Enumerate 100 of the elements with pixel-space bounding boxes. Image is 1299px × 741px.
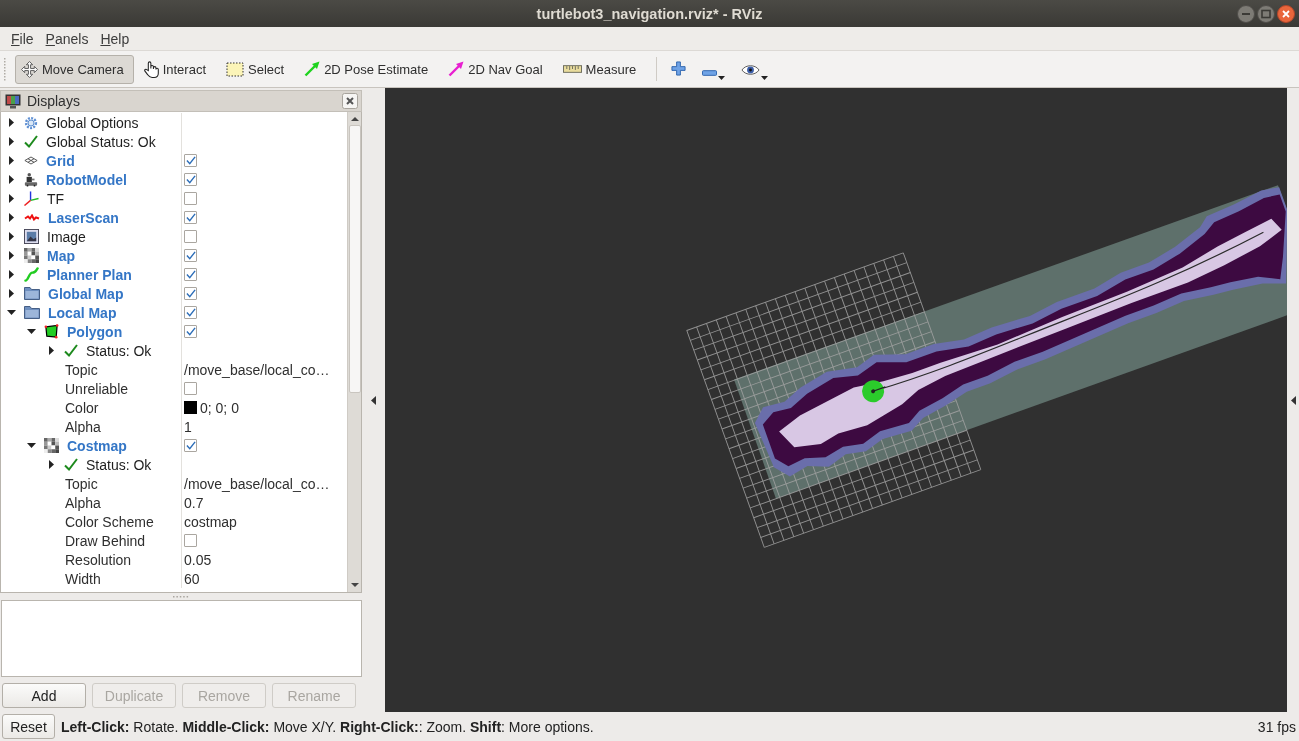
- checkbox[interactable]: [184, 173, 197, 186]
- monitor-icon: [5, 93, 21, 109]
- property-label[interactable]: Topic: [65, 361, 98, 378]
- menu-item[interactable]: File: [5, 30, 40, 47]
- window-title: turtlebot3_navigation.rviz* - RViz: [536, 5, 763, 22]
- picture-icon: [24, 229, 39, 244]
- tree-item-label[interactable]: Global Map: [48, 285, 124, 302]
- tool-button[interactable]: Measure: [556, 54, 647, 84]
- tool-button[interactable]: Select: [220, 54, 295, 84]
- property-value[interactable]: 1: [184, 418, 192, 435]
- caret-right-icon[interactable]: [48, 346, 54, 355]
- property-value[interactable]: 0.7: [184, 494, 204, 511]
- property-value[interactable]: costmap: [184, 513, 237, 530]
- scrollbar-thumb[interactable]: [348, 125, 361, 393]
- caret-down-icon[interactable]: [761, 76, 769, 80]
- toolbar-grip-icon[interactable]: [3, 57, 7, 81]
- close-icon[interactable]: [342, 93, 358, 109]
- reset-button[interactable]: Reset: [2, 714, 55, 739]
- tree-item-label[interactable]: Status: Ok: [86, 342, 152, 359]
- splitter-grip-icon[interactable]: [173, 595, 189, 598]
- caret-down-icon[interactable]: [26, 443, 36, 448]
- arrow-icon: [448, 61, 465, 77]
- tree-item-label[interactable]: Global Options: [46, 114, 139, 131]
- tree-item-label[interactable]: Grid: [46, 152, 75, 169]
- tree-item-label[interactable]: Status: Ok: [86, 456, 152, 473]
- caret-right-icon[interactable]: [8, 270, 14, 279]
- tree-item-label[interactable]: Global Status: Ok: [46, 133, 156, 150]
- property-value[interactable]: /move_base/local_co…: [184, 475, 330, 492]
- property-value[interactable]: /move_base/local_co…: [184, 361, 330, 378]
- property-label[interactable]: Color: [65, 399, 99, 416]
- caret-right-icon[interactable]: [48, 460, 54, 469]
- property-value[interactable]: 0; 0; 0: [200, 399, 239, 416]
- plus-icon[interactable]: [671, 61, 687, 76]
- minus-icon[interactable]: [702, 70, 718, 76]
- tree-item-label[interactable]: LaserScan: [48, 209, 119, 226]
- tree-item-label[interactable]: Local Map: [48, 304, 117, 321]
- tool-button[interactable]: Interact: [137, 54, 216, 84]
- property-label[interactable]: Alpha: [65, 494, 101, 511]
- caret-right-icon[interactable]: [8, 232, 14, 241]
- tree-item-label[interactable]: Image: [47, 228, 86, 245]
- caret-down-icon[interactable]: [718, 76, 726, 80]
- checkbox[interactable]: [184, 439, 197, 452]
- property-label[interactable]: Unreliable: [65, 380, 129, 397]
- tool-button[interactable]: Move Camera: [15, 54, 134, 84]
- checkbox[interactable]: [184, 306, 197, 319]
- caret-right-icon[interactable]: [8, 194, 14, 203]
- caret-down-icon[interactable]: [6, 310, 16, 315]
- caret-right-icon[interactable]: [8, 175, 14, 184]
- ruler-icon: [562, 65, 582, 73]
- caret-left-icon[interactable]: [1290, 395, 1296, 405]
- scroll-down-icon[interactable]: [350, 583, 359, 587]
- checkbox[interactable]: [184, 249, 197, 262]
- close-icon[interactable]: [1277, 4, 1295, 23]
- tool-button[interactable]: 2D Pose Estimate: [298, 54, 439, 84]
- arrow-icon: [304, 61, 321, 77]
- caret-right-icon[interactable]: [8, 156, 14, 165]
- menu-item[interactable]: Panels: [39, 30, 95, 47]
- property-label[interactable]: Resolution: [65, 551, 132, 568]
- property-label[interactable]: Width: [65, 570, 101, 587]
- property-label[interactable]: Draw Behind: [65, 532, 146, 549]
- property-label[interactable]: Color Scheme: [65, 513, 154, 530]
- polygon-icon: [44, 324, 59, 339]
- caret-down-icon[interactable]: [26, 329, 36, 334]
- tool-button[interactable]: 2D Nav Goal: [442, 54, 553, 84]
- checkbox[interactable]: [184, 154, 197, 167]
- checkbox[interactable]: [184, 325, 197, 338]
- tree-item-label[interactable]: RobotModel: [46, 171, 127, 188]
- tree-item-label[interactable]: Polygon: [67, 323, 123, 340]
- checkbox[interactable]: [184, 230, 197, 243]
- scrollbar[interactable]: [347, 112, 361, 592]
- property-label[interactable]: Alpha: [65, 418, 101, 435]
- scroll-up-icon[interactable]: [350, 117, 359, 121]
- checkbox[interactable]: [184, 192, 197, 205]
- panel-button[interactable]: Add: [2, 683, 86, 708]
- property-value[interactable]: 0.05: [184, 551, 212, 568]
- checkbox[interactable]: [184, 287, 197, 300]
- caret-right-icon[interactable]: [8, 118, 14, 127]
- folder-icon: [24, 306, 40, 319]
- property-value[interactable]: 60: [184, 570, 200, 587]
- caret-right-icon[interactable]: [8, 213, 14, 222]
- tree-item-label[interactable]: Planner Plan: [47, 266, 132, 283]
- fps-label: 31 fps: [1257, 718, 1296, 735]
- minimize-icon[interactable]: [1237, 4, 1255, 23]
- checkbox[interactable]: [184, 268, 197, 281]
- checkbox[interactable]: [184, 534, 197, 547]
- checkbox[interactable]: [184, 382, 197, 395]
- color-swatch-icon[interactable]: [184, 401, 197, 414]
- tree-item-label[interactable]: TF: [47, 190, 65, 207]
- move-arrows-icon: [21, 60, 38, 78]
- render-view[interactable]: [385, 88, 1287, 712]
- eye-icon[interactable]: [741, 64, 761, 76]
- caret-right-icon[interactable]: [8, 251, 14, 260]
- caret-right-icon[interactable]: [8, 137, 14, 146]
- tree-item-label[interactable]: Costmap: [67, 437, 127, 454]
- checkbox[interactable]: [184, 211, 197, 224]
- caret-right-icon[interactable]: [8, 289, 14, 298]
- menu-item[interactable]: Help: [94, 30, 136, 47]
- property-label[interactable]: Topic: [65, 475, 98, 492]
- caret-left-icon[interactable]: [371, 395, 376, 405]
- tree-item-label[interactable]: Map: [47, 247, 75, 264]
